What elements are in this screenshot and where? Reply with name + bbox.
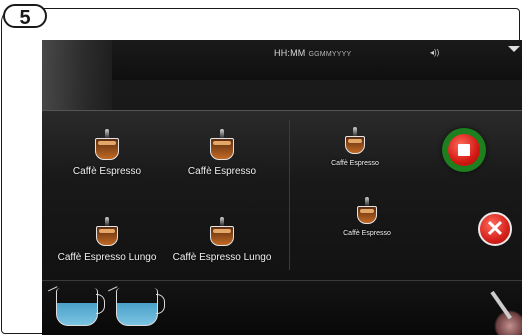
stop-icon <box>458 144 470 156</box>
double-espresso-cup-icon <box>357 197 377 224</box>
status-bar: HH:MM GGMMYYYY ◂)) <box>112 40 522 80</box>
drink-label: Caffè Espresso <box>187 166 257 177</box>
cancel-button[interactable]: ✕ <box>478 212 512 246</box>
drink-button-lungo[interactable]: Caffè Espresso Lungo <box>52 217 162 263</box>
double-espresso-cup-icon <box>210 129 234 160</box>
drink-label: Caffè Espresso Lungo <box>57 252 157 263</box>
drink-button-double-espresso-right[interactable]: Caffè Espresso <box>332 197 402 237</box>
panel-divider <box>289 120 290 270</box>
close-icon: ✕ <box>485 216 505 241</box>
drink-button-espresso-right[interactable]: Caffè Espresso <box>320 127 390 167</box>
speaker-icon[interactable]: ◂)) <box>430 48 439 57</box>
double-lungo-cup-icon <box>210 217 234 246</box>
date-text: GGMMYYYY <box>308 51 352 58</box>
lungo-cup-icon <box>96 217 118 246</box>
drink-button-espresso[interactable]: Caffè Espresso <box>62 129 152 177</box>
drink-button-double-lungo[interactable]: Caffè Espresso Lungo <box>167 217 277 263</box>
date-time: HH:MM GGMMYYYY <box>274 48 351 58</box>
drink-label: Caffè Espresso <box>72 166 142 177</box>
drink-button-double-espresso[interactable]: Caffè Espresso <box>177 129 267 177</box>
espresso-cup-icon <box>95 129 119 160</box>
stop-button[interactable] <box>442 128 486 172</box>
water-jug-icon[interactable] <box>116 288 165 326</box>
milk-jug-icon[interactable] <box>56 288 105 326</box>
drink-label: Caffè Espresso <box>331 160 379 167</box>
chevron-down-icon[interactable] <box>508 46 520 52</box>
espresso-cup-icon <box>345 127 365 154</box>
drink-label: Caffè Espresso <box>343 230 391 237</box>
step-number-badge: 5 <box>3 4 47 29</box>
steam-wand-icon[interactable] <box>482 290 522 335</box>
machine-display: HH:MM GGMMYYYY ◂)) Caffè Espresso Caffè E… <box>42 40 522 335</box>
drink-label: Caffè Espresso Lungo <box>172 252 272 263</box>
time-text: HH:MM <box>274 48 306 58</box>
